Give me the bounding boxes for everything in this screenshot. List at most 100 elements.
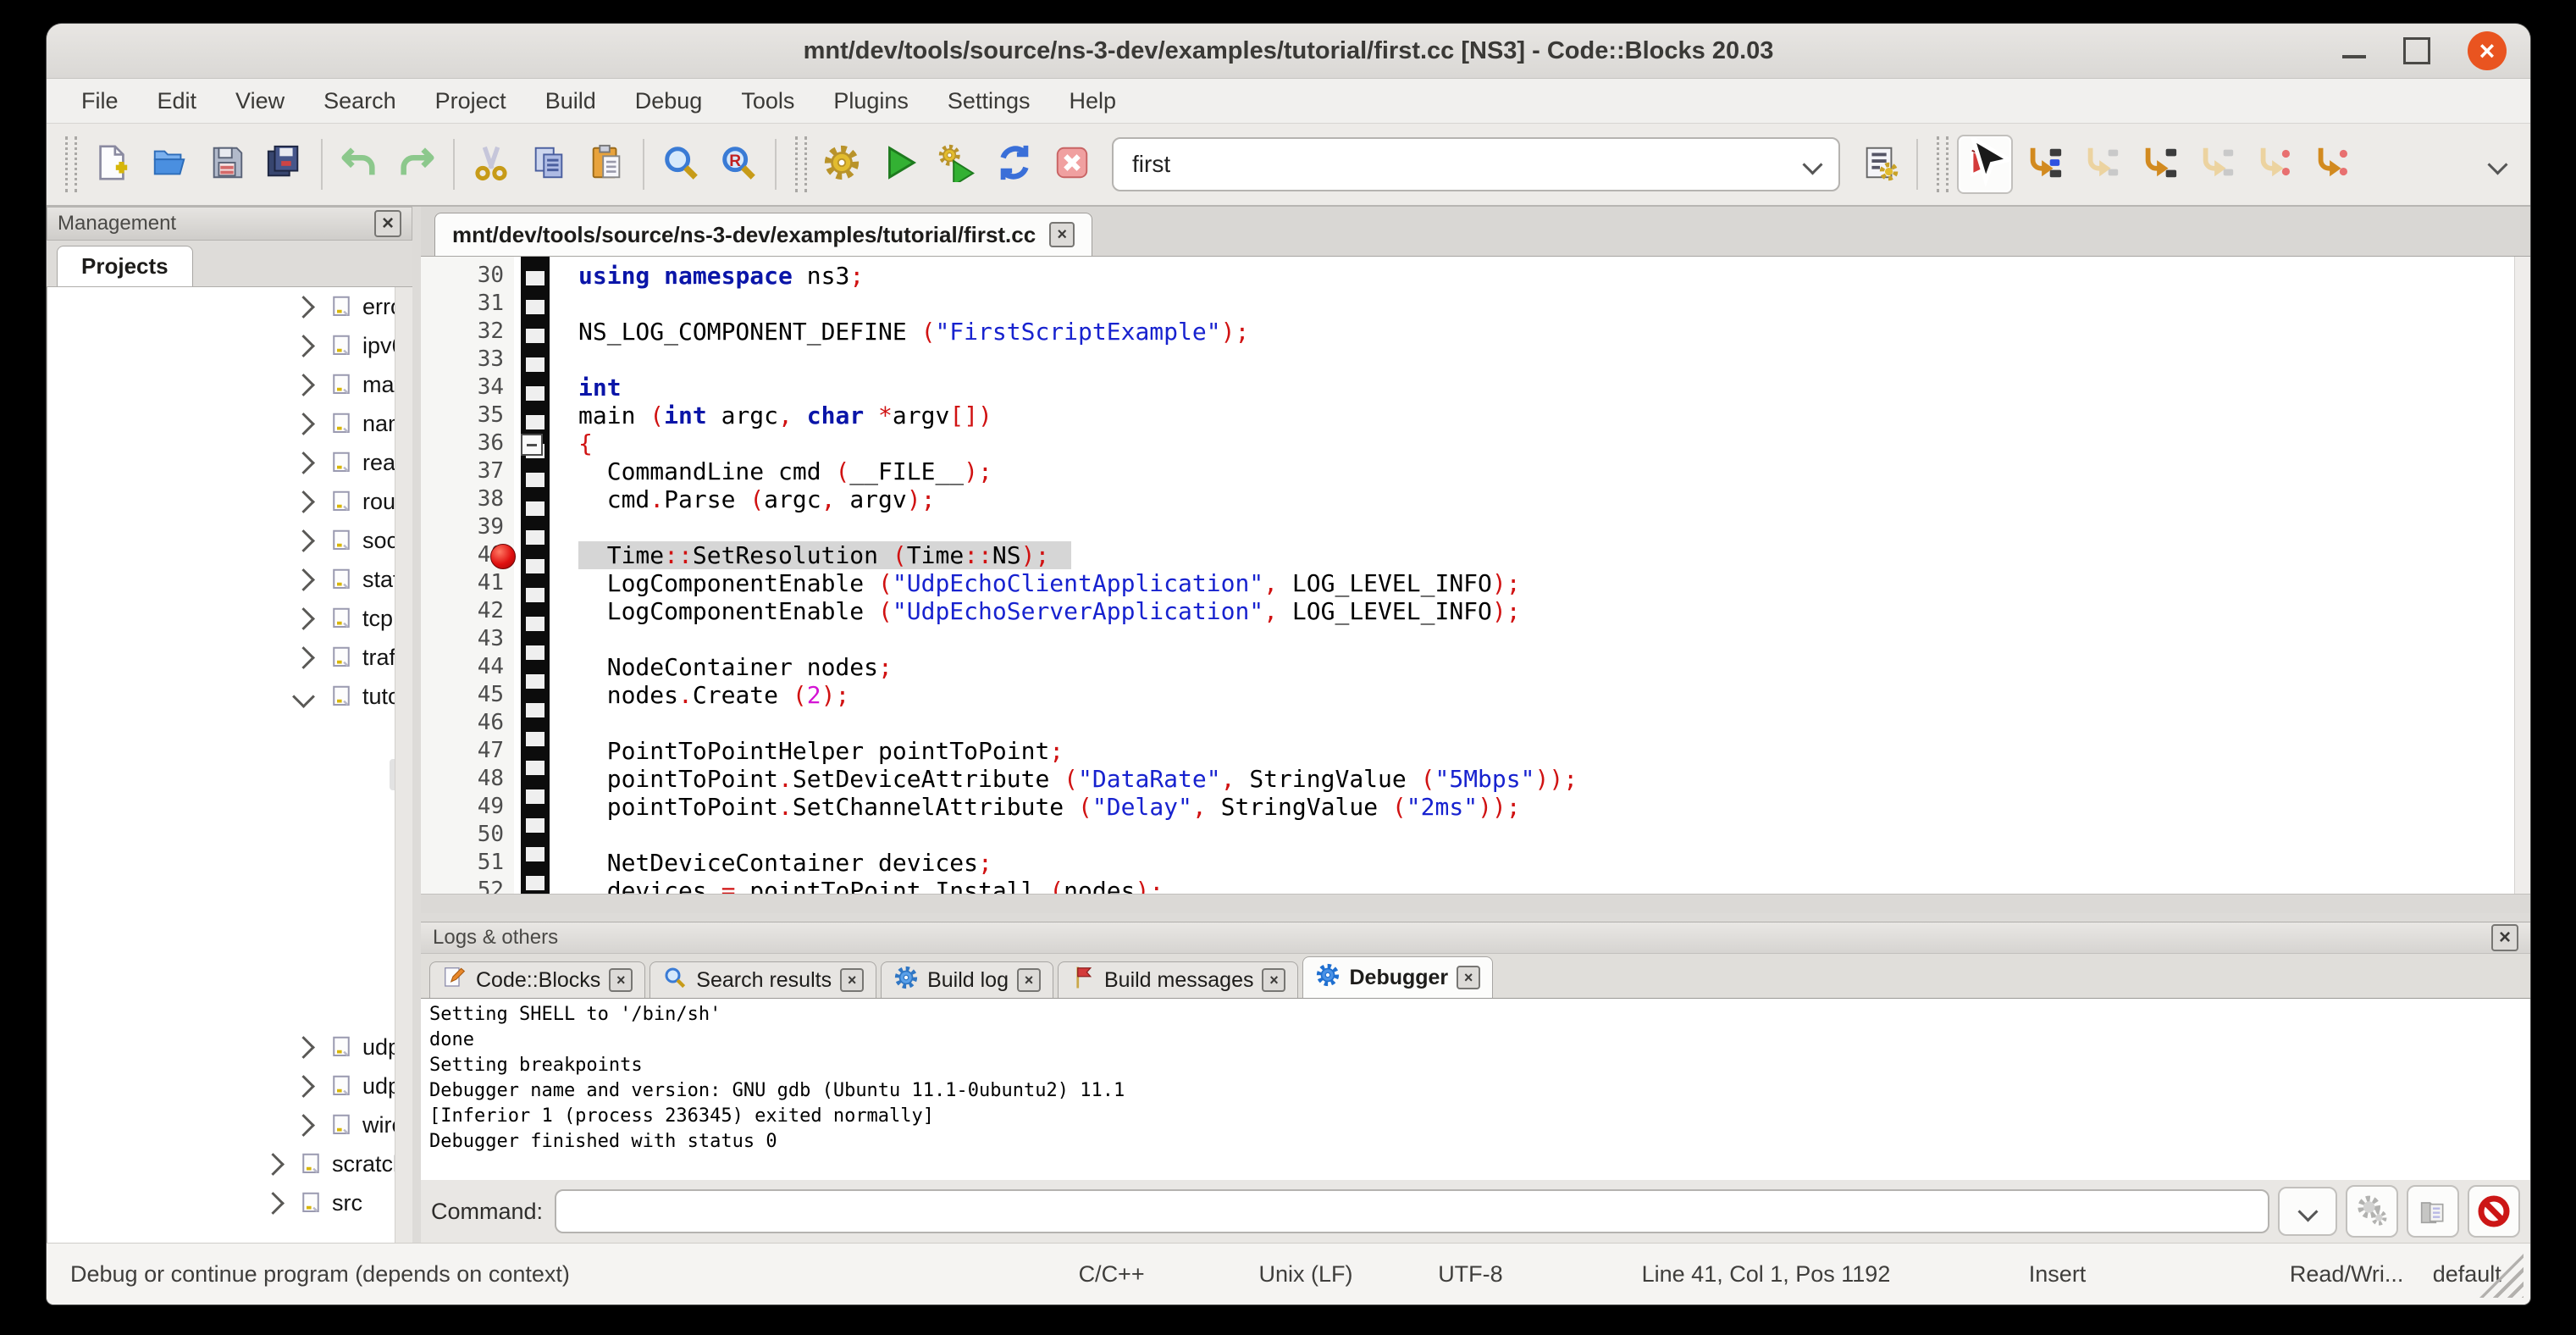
close-icon[interactable]: ×	[1262, 968, 1285, 992]
chevron-down-icon[interactable]	[1802, 154, 1822, 174]
close-logs-icon[interactable]: ×	[2491, 924, 2518, 951]
vertical-splitter[interactable]	[412, 207, 421, 1243]
toolbar-gripper[interactable]	[795, 136, 807, 192]
find-and-replace-button[interactable]: R	[712, 136, 765, 192]
step-out-button[interactable]	[2191, 136, 2243, 192]
chevron-right-icon[interactable]	[292, 607, 315, 630]
save-file-button[interactable]	[201, 136, 253, 192]
code-line-47[interactable]: 47 PointToPointHelper pointToPoint;	[421, 737, 2515, 765]
line-number[interactable]: 45	[421, 681, 504, 709]
close-icon[interactable]: ×	[1457, 966, 1480, 989]
step-into-button[interactable]	[2133, 136, 2186, 192]
rebuild-button[interactable]	[988, 136, 1041, 192]
log-tab-debugger[interactable]: Debugger×	[1302, 956, 1493, 998]
title-bar[interactable]: mnt/dev/tools/source/ns-3-dev/examples/t…	[47, 24, 2530, 79]
line-number[interactable]: 36	[421, 429, 504, 457]
tree-item-sock[interactable]: sock	[47, 521, 412, 560]
code-line-40[interactable]: 40 Time::SetResolution (Time::NS);	[421, 541, 2515, 569]
line-number[interactable]: 43	[421, 625, 504, 653]
close-panel-icon[interactable]: ×	[374, 210, 401, 237]
code-line-48[interactable]: 48 pointToPoint.SetDeviceAttribute ("Dat…	[421, 765, 2515, 793]
save-all-files-button[interactable]	[258, 136, 311, 192]
tree-item-mat[interactable]: mat	[47, 365, 412, 404]
tree-item-tuto[interactable]: tuto	[47, 677, 412, 716]
editor-horizontal-scrollbar[interactable]	[421, 894, 2530, 913]
chevron-right-icon[interactable]	[292, 490, 315, 513]
redo-button[interactable]	[390, 136, 443, 192]
step-into-instruction-button[interactable]	[2306, 136, 2358, 192]
tree-item-udp-[interactable]: udp-	[47, 1066, 412, 1105]
line-number[interactable]: 32	[421, 318, 504, 346]
code-editor[interactable]: 30using namespace ns3;3132NS_LOG_COMPONE…	[421, 257, 2530, 894]
tree-item-th[interactable]: th	[47, 989, 412, 1028]
chevron-right-icon[interactable]	[292, 296, 315, 319]
undo-button[interactable]	[333, 136, 385, 192]
chevron-right-icon[interactable]	[292, 529, 315, 552]
menu-edit[interactable]: Edit	[138, 85, 217, 118]
tree-item-wire[interactable]: wire	[47, 1105, 412, 1144]
line-number[interactable]: 38	[421, 485, 504, 513]
code-line-32[interactable]: 32NS_LOG_COMPONENT_DEFINE ("FirstScriptE…	[421, 318, 2515, 346]
copy-button[interactable]	[522, 136, 575, 192]
code-line-35[interactable]: 35main (int argc, char *argv[])	[421, 402, 2515, 429]
line-number[interactable]: 49	[421, 793, 504, 821]
menu-build[interactable]: Build	[526, 85, 616, 118]
menu-project[interactable]: Project	[416, 85, 526, 118]
log-tab-build-messages[interactable]: Build messages×	[1058, 961, 1298, 998]
tree-item-scratcl[interactable]: scratcl	[47, 1144, 412, 1183]
paste-button[interactable]	[580, 136, 633, 192]
line-number[interactable]: 42	[421, 597, 504, 625]
menu-help[interactable]: Help	[1049, 85, 1136, 118]
line-number[interactable]: 44	[421, 653, 504, 681]
chevron-right-icon[interactable]	[292, 335, 315, 357]
code-line-38[interactable]: 38 cmd.Parse (argc, argv);	[421, 485, 2515, 513]
line-number[interactable]: 52	[421, 877, 504, 894]
log-tab-code-blocks[interactable]: Code::Blocks×	[429, 961, 645, 998]
tree-item-fir[interactable]: fir	[47, 755, 412, 794]
tab-projects[interactable]: Projects	[57, 246, 193, 286]
tree-item-reall[interactable]: reall	[47, 443, 412, 482]
close-icon[interactable]: ×	[840, 968, 864, 992]
line-number[interactable]: 34	[421, 374, 504, 402]
run-to-cursor-button[interactable]	[2018, 136, 2070, 192]
chevron-right-icon[interactable]	[292, 1036, 315, 1059]
build-and-run-button[interactable]	[931, 136, 983, 192]
code-line-30[interactable]: 30using namespace ns3;	[421, 262, 2515, 290]
line-number[interactable]: 48	[421, 765, 504, 793]
next-line-button[interactable]	[2076, 136, 2128, 192]
tree-item-tcp[interactable]: tcp	[47, 599, 412, 638]
build-button[interactable]	[815, 136, 868, 192]
code-line-41[interactable]: 41 LogComponentEnable ("UdpEchoClientApp…	[421, 569, 2515, 597]
new-file-button[interactable]	[86, 136, 138, 192]
tree-item-se[interactable]: se	[47, 911, 412, 950]
command-history-dropdown[interactable]	[2278, 1187, 2337, 1236]
tree-item-six[interactable]: six	[47, 950, 412, 989]
tree-item-nam[interactable]: nam	[47, 404, 412, 443]
copy-log-button[interactable]	[2407, 1185, 2459, 1238]
code-line-50[interactable]: 50	[421, 821, 2515, 849]
menu-plugins[interactable]: Plugins	[814, 85, 928, 118]
code-line-49[interactable]: 49 pointToPoint.SetChannelAttribute ("De…	[421, 793, 2515, 821]
open-file-button[interactable]	[143, 136, 196, 192]
minimize-icon[interactable]	[2342, 55, 2366, 58]
log-tab-build-log[interactable]: Build log×	[881, 961, 1053, 998]
toolbar-gripper[interactable]	[65, 136, 77, 192]
menu-tools[interactable]: Tools	[721, 85, 814, 118]
menu-view[interactable]: View	[216, 85, 304, 118]
tree-item-trafl[interactable]: trafl	[47, 638, 412, 677]
tree-scrollbar[interactable]	[395, 287, 412, 1243]
tree-item-fif[interactable]: fif	[47, 716, 412, 755]
line-number[interactable]: 33	[421, 346, 504, 374]
maximize-icon[interactable]	[2403, 37, 2430, 64]
run-button[interactable]	[873, 136, 926, 192]
debugger-output[interactable]: Setting SHELL to '/bin/sh'doneSetting br…	[421, 998, 2530, 1180]
chevron-right-icon[interactable]	[262, 1153, 285, 1176]
code-line-52[interactable]: 52 devices = pointToPoint.Install (nodes…	[421, 877, 2515, 894]
tree-item-erro[interactable]: erro	[47, 287, 412, 326]
find-button[interactable]	[655, 136, 707, 192]
code-line-46[interactable]: 46	[421, 709, 2515, 737]
close-icon[interactable]: ×	[1017, 968, 1041, 992]
code-line-44[interactable]: 44 NodeContainer nodes;	[421, 653, 2515, 681]
stop-debugger-button[interactable]	[2468, 1185, 2520, 1238]
code-line-37[interactable]: 37 CommandLine cmd (__FILE__);	[421, 457, 2515, 485]
